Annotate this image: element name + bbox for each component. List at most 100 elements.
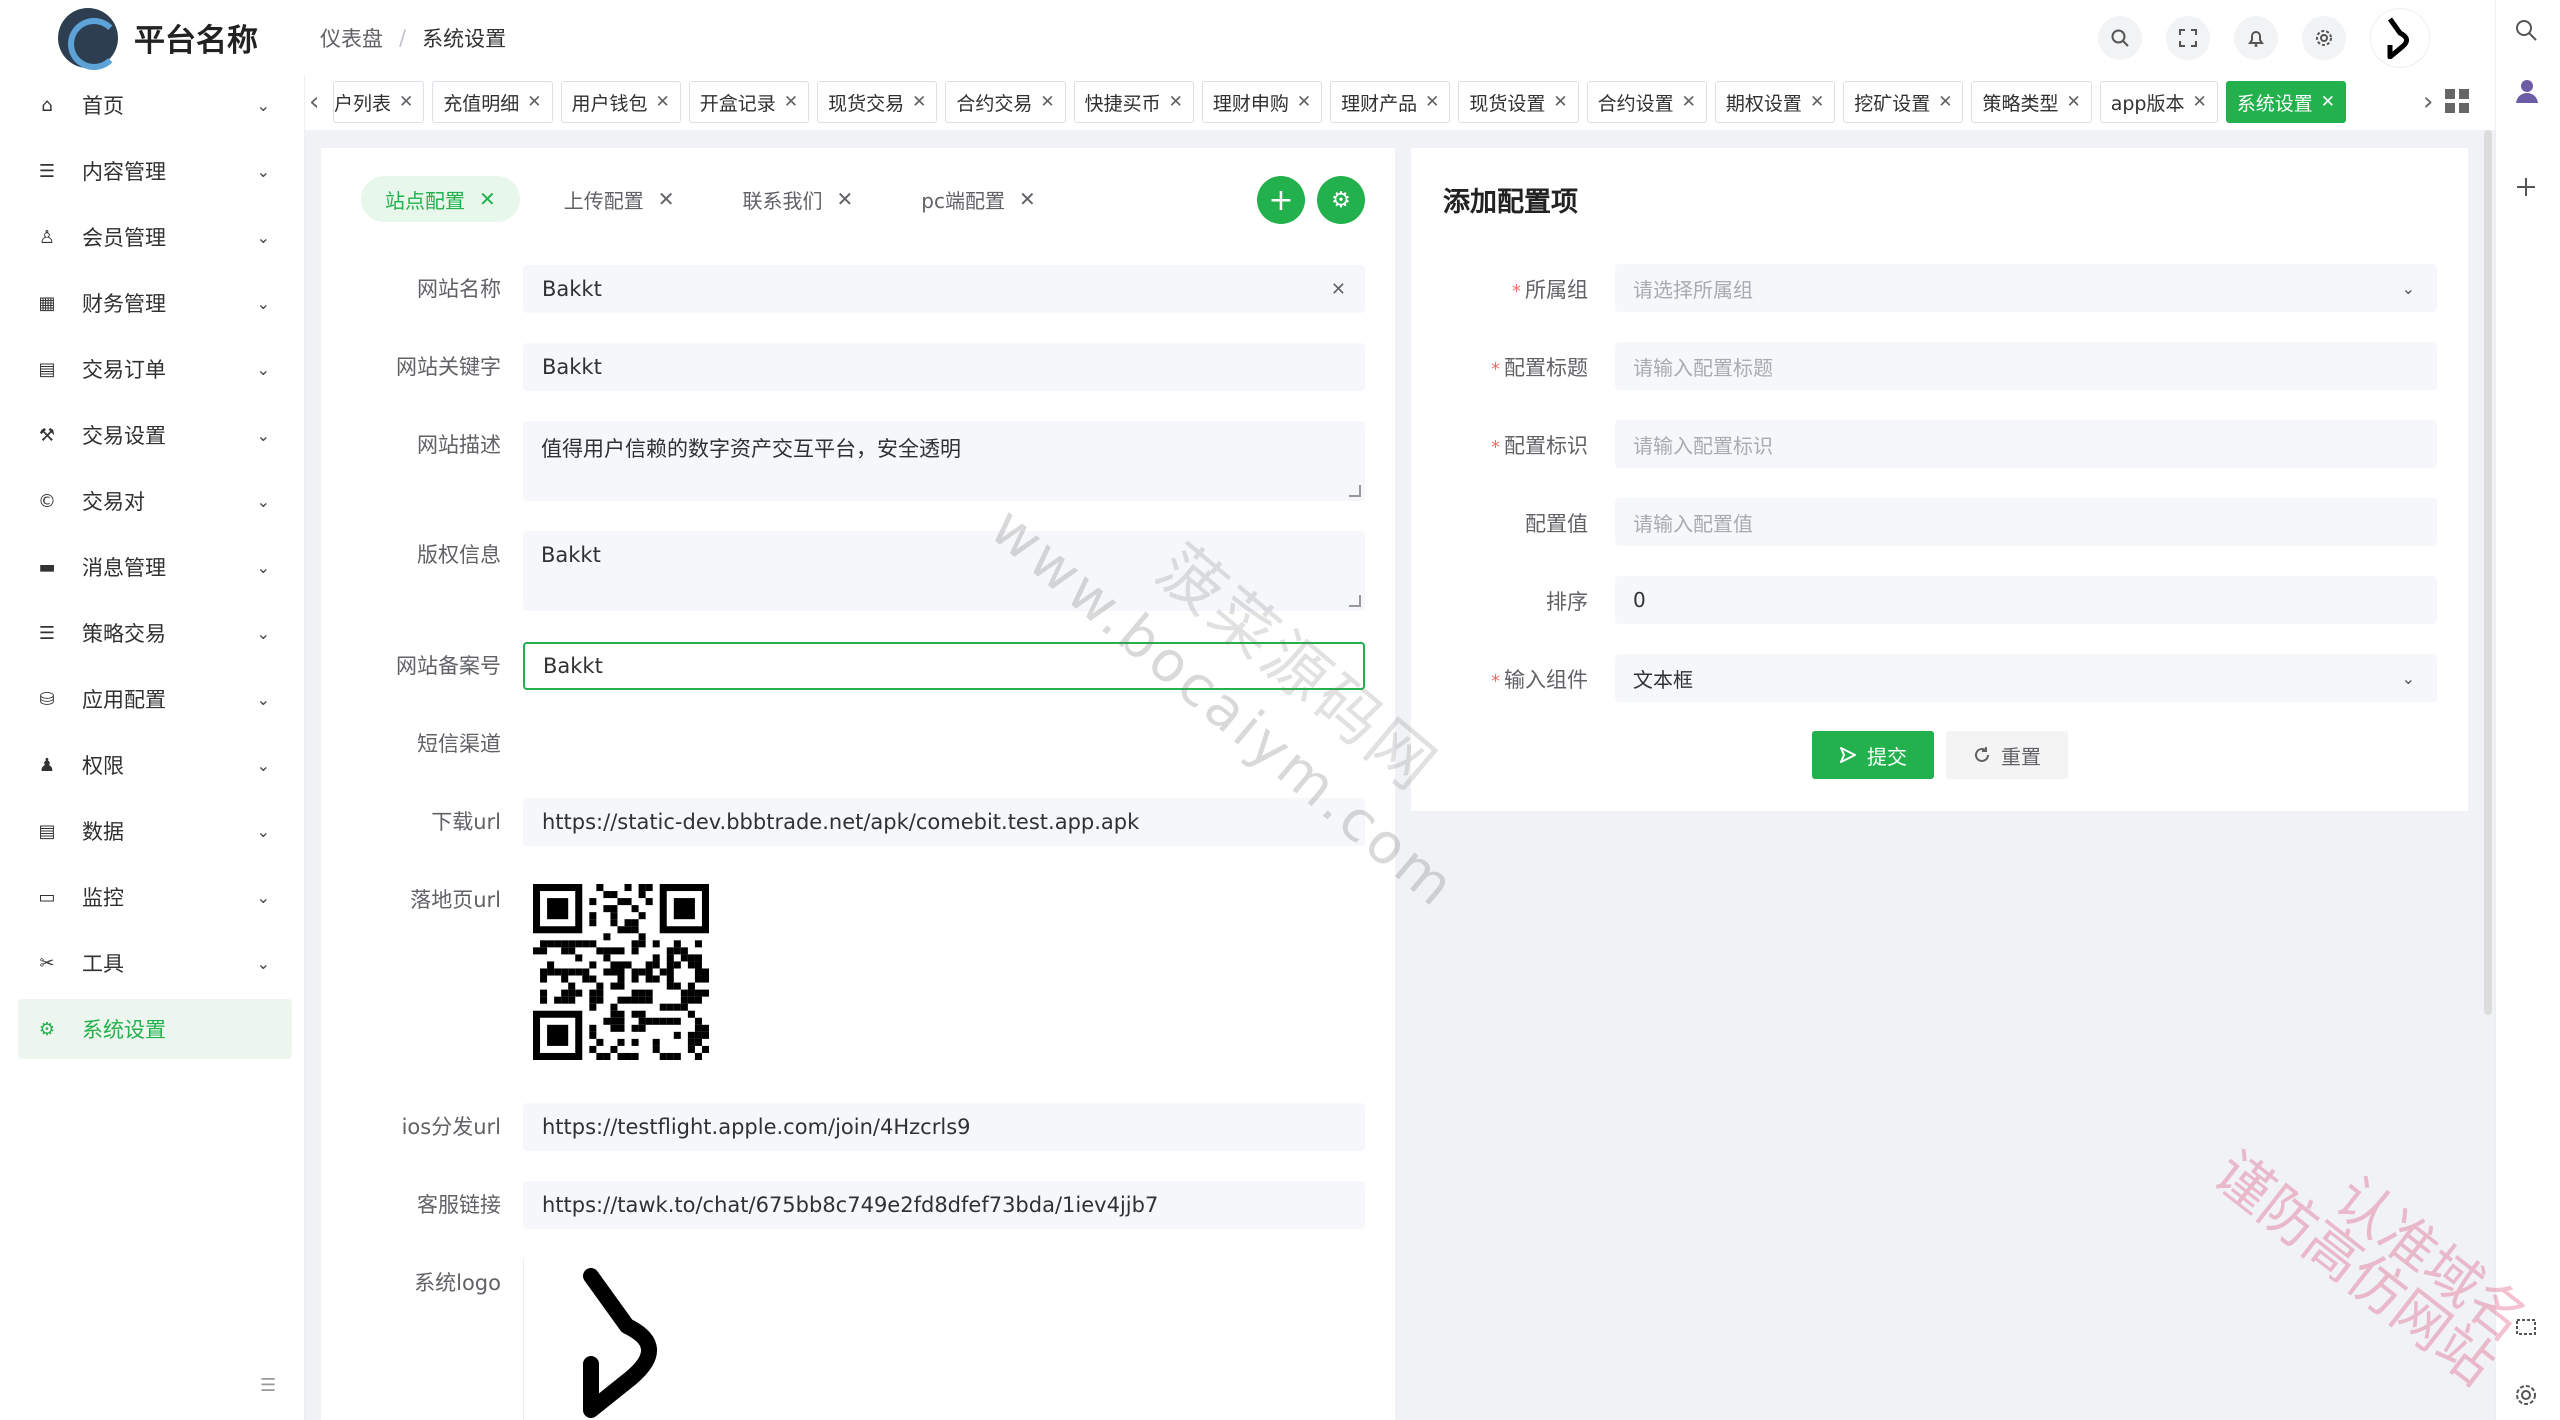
close-icon[interactable]: ✕ xyxy=(2321,92,2335,112)
screenshot-icon[interactable] xyxy=(2514,1315,2538,1345)
site-keywords-input[interactable]: Bakkt xyxy=(523,343,1365,391)
tabs-scroll-left-icon[interactable]: ‹ xyxy=(309,87,319,117)
tab-12[interactable]: 挖矿设置 ✕ xyxy=(1843,81,1964,123)
ios-url-input[interactable]: https://testflight.apple.com/join/4Hzcrl… xyxy=(523,1103,1365,1151)
page-scrollbar[interactable] xyxy=(2484,130,2492,1015)
user-icon[interactable] xyxy=(2514,78,2540,110)
tab-11[interactable]: 期权设置 ✕ xyxy=(1714,81,1836,123)
fullscreen-icon[interactable] xyxy=(2166,15,2210,60)
sidebar-item-1[interactable]: ☰ 内容管理 ⌄ xyxy=(18,141,292,201)
search-icon[interactable] xyxy=(2514,18,2538,48)
sidebar-item-2[interactable]: ♙ 会员管理 ⌄ xyxy=(18,207,292,267)
plus-icon[interactable] xyxy=(2514,175,2538,205)
close-icon[interactable]: ✕ xyxy=(2066,92,2080,112)
close-icon[interactable]: ✕ xyxy=(2192,92,2206,112)
tab-6[interactable]: 快捷买币 ✕ xyxy=(1073,81,1194,123)
sidebar-item-11[interactable]: ▤ 数据 ⌄ xyxy=(18,801,292,861)
close-icon[interactable]: ✕ xyxy=(784,92,798,112)
sidebar-item-label: 消息管理 xyxy=(82,556,166,580)
close-icon[interactable]: ✕ xyxy=(1938,92,1952,112)
sidebar-item-12[interactable]: ▭ 监控 ⌄ xyxy=(18,867,292,927)
tab-7[interactable]: 理财申购 ✕ xyxy=(1201,81,1323,123)
close-icon[interactable]: ✕ xyxy=(912,92,926,112)
close-icon[interactable]: ✕ xyxy=(527,92,541,112)
submit-button[interactable]: 提交 xyxy=(1812,731,1934,779)
copyright-textarea[interactable]: Bakkt xyxy=(523,531,1365,611)
sidebar-item-3[interactable]: ▦ 财务管理 ⌄ xyxy=(18,273,292,333)
close-icon[interactable]: ✕ xyxy=(658,187,675,211)
close-icon[interactable]: ✕ xyxy=(837,187,854,211)
sidebar-item-13[interactable]: ✂ 工具 ⌄ xyxy=(18,933,292,993)
sidebar-item-5[interactable]: ⚒ 交易设置 ⌄ xyxy=(18,405,292,465)
close-icon[interactable]: ✕ xyxy=(1040,92,1054,112)
site-desc-textarea[interactable]: 值得用户信赖的数字资产交互平台，安全透明 xyxy=(523,421,1365,501)
tabs-menu-grid-icon[interactable] xyxy=(2445,89,2469,113)
config-tab-2[interactable]: 联系我们 ✕ xyxy=(719,176,878,222)
tab-0[interactable]: 户列表 ✕ xyxy=(333,81,425,123)
tab-8[interactable]: 理财产品 ✕ xyxy=(1330,81,1451,123)
open-tabs: 户列表 ✕ 充值明细 ✕ 用户钱包 ✕ 开盒记录 ✕ 现货交易 ✕ 合约交易 ✕ 快捷买币 ✕ 理财申购 ✕ 理… xyxy=(333,81,2428,125)
sidebar-item-10[interactable]: ♟ 权限 ⌄ xyxy=(18,735,292,795)
settings-icon[interactable] xyxy=(2514,1383,2538,1413)
platform-logo[interactable]: 平台名称 xyxy=(0,0,305,75)
gear-icon[interactable] xyxy=(2302,15,2346,60)
config-tab-3[interactable]: pc端配置 ✕ xyxy=(897,176,1059,222)
sidebar-item-8[interactable]: ☰ 策略交易 ⌄ xyxy=(18,603,292,663)
clear-icon[interactable]: ✕ xyxy=(1331,279,1346,300)
tab-13[interactable]: 策略类型 ✕ xyxy=(1971,81,2092,123)
copyright-row: 版权信息 Bakkt xyxy=(321,531,1395,611)
tab-14[interactable]: app版本 ✕ xyxy=(2099,81,2218,123)
close-icon[interactable]: ✕ xyxy=(1297,92,1311,112)
user-avatar[interactable] xyxy=(2370,7,2430,68)
icp-input[interactable]: Bakkt xyxy=(523,642,1365,690)
close-icon[interactable]: ✕ xyxy=(1553,92,1567,112)
bell-icon[interactable] xyxy=(2234,15,2278,60)
close-icon[interactable]: ✕ xyxy=(1169,92,1183,112)
collapse-sidebar-icon[interactable]: ☰ xyxy=(260,1375,276,1396)
site-name-input[interactable]: Bakkt ✕ xyxy=(523,265,1365,313)
reset-button[interactable]: 重置 xyxy=(1946,731,2068,779)
tab-15[interactable]: 系统设置 ✕ xyxy=(2225,81,2346,123)
coins-icon: ⛁ xyxy=(39,688,55,710)
sidebar-item-0[interactable]: ⌂ 首页 ⌄ xyxy=(18,75,292,135)
close-icon[interactable]: ✕ xyxy=(399,92,413,112)
close-icon[interactable]: ✕ xyxy=(1810,92,1824,112)
component-select[interactable]: 文本框 ⌄ xyxy=(1615,654,2437,702)
tab-9[interactable]: 现货设置 ✕ xyxy=(1458,81,1579,123)
sidebar-item-6[interactable]: © 交易对 ⌄ xyxy=(18,471,292,531)
tab-10[interactable]: 合约设置 ✕ xyxy=(1586,81,1707,123)
sidebar-item-14[interactable]: ⚙ 系统设置 xyxy=(18,999,292,1059)
group-select[interactable]: 请选择所属组 ⌄ xyxy=(1615,264,2437,312)
home-icon: ⌂ xyxy=(41,94,53,116)
close-icon[interactable]: ✕ xyxy=(1019,187,1036,211)
close-icon[interactable]: ✕ xyxy=(1682,92,1696,112)
config-value-input[interactable]: 请输入配置值 xyxy=(1615,498,2437,546)
sidebar-item-label: 财务管理 xyxy=(82,292,166,316)
config-settings-button[interactable]: ⚙ xyxy=(1317,176,1365,224)
search-icon[interactable] xyxy=(2098,15,2142,60)
tab-4[interactable]: 现货交易 ✕ xyxy=(817,81,938,123)
config-key-input[interactable]: 请输入配置标识 xyxy=(1615,420,2437,468)
service-link-input[interactable]: https://tawk.to/chat/675bb8c749e2fd8dfef… xyxy=(523,1181,1365,1229)
breadcrumb-dashboard[interactable]: 仪表盘 xyxy=(320,23,383,53)
sidebar-item-7[interactable]: ▬ 消息管理 ⌄ xyxy=(18,537,292,597)
config-title-input[interactable]: 请输入配置标题 xyxy=(1615,342,2437,390)
config-tab-1[interactable]: 上传配置 ✕ xyxy=(540,176,699,222)
download-url-input[interactable]: https://static-dev.bbbtrade.net/apk/come… xyxy=(523,798,1365,846)
sidebar-item-9[interactable]: ⛁ 应用配置 ⌄ xyxy=(18,669,292,729)
sidebar-item-label: 交易订单 xyxy=(82,358,166,382)
tab-3[interactable]: 开盒记录 ✕ xyxy=(688,81,810,123)
tabs-scroll-right-icon[interactable]: › xyxy=(2423,87,2433,117)
close-icon[interactable]: ✕ xyxy=(656,92,670,112)
add-config-button[interactable]: + xyxy=(1257,176,1305,224)
sidebar-item-4[interactable]: ▤ 交易订单 ⌄ xyxy=(18,339,292,399)
sort-input[interactable]: 0 xyxy=(1615,576,2437,624)
tab-5[interactable]: 合约交易 ✕ xyxy=(945,81,1066,123)
system-logo-upload[interactable] xyxy=(523,1258,743,1420)
site-name-row: 网站名称 Bakkt ✕ xyxy=(321,265,1395,313)
close-icon[interactable]: ✕ xyxy=(479,187,496,211)
tab-2[interactable]: 用户钱包 ✕ xyxy=(560,81,681,123)
tab-1[interactable]: 充值明细 ✕ xyxy=(432,81,553,123)
config-tab-0[interactable]: 站点配置 ✕ xyxy=(361,176,520,222)
close-icon[interactable]: ✕ xyxy=(1425,92,1439,112)
